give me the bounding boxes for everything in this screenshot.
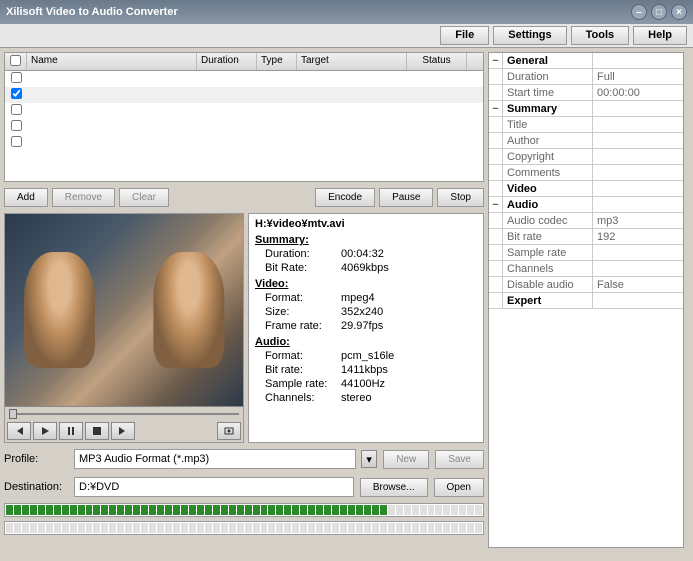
pause-button[interactable]: Pause bbox=[379, 188, 433, 207]
save-profile-button[interactable]: Save bbox=[435, 450, 484, 469]
file-path: H:¥video¥mtv.avi bbox=[255, 218, 477, 230]
summary-heading: Summary: bbox=[255, 234, 477, 246]
video-preview bbox=[4, 213, 244, 443]
properties-panel: −General DurationFull Start time00:00:00… bbox=[488, 52, 684, 548]
collapse-icon[interactable]: − bbox=[489, 101, 503, 116]
stop-button[interactable]: Stop bbox=[437, 188, 484, 207]
seek-slider[interactable] bbox=[5, 406, 243, 420]
maximize-icon[interactable]: □ bbox=[651, 4, 667, 20]
profile-select[interactable]: MP3 Audio Format (*.mp3) bbox=[74, 449, 356, 469]
table-row[interactable] bbox=[5, 135, 483, 151]
app-title: Xilisoft Video to Audio Converter bbox=[6, 6, 178, 18]
header-name[interactable]: Name bbox=[27, 53, 197, 70]
pause-playback-button[interactable] bbox=[59, 422, 83, 440]
file-table: Name Duration Type Target Status bbox=[4, 52, 484, 182]
next-button[interactable] bbox=[111, 422, 135, 440]
row-checkbox[interactable] bbox=[11, 104, 22, 115]
collapse-icon[interactable]: − bbox=[489, 197, 503, 212]
browse-button[interactable]: Browse... bbox=[360, 478, 428, 497]
table-row[interactable] bbox=[5, 103, 483, 119]
menu-file[interactable]: File bbox=[440, 26, 489, 45]
open-button[interactable]: Open bbox=[434, 478, 484, 497]
row-checkbox[interactable] bbox=[11, 120, 22, 131]
encoding-progress bbox=[4, 503, 484, 517]
header-status[interactable]: Status bbox=[407, 53, 467, 70]
row-checkbox[interactable] bbox=[11, 136, 22, 147]
collapse-icon[interactable]: − bbox=[489, 53, 503, 68]
row-checkbox[interactable] bbox=[11, 88, 22, 99]
stop-playback-button[interactable] bbox=[85, 422, 109, 440]
new-profile-button[interactable]: New bbox=[383, 450, 429, 469]
row-checkbox[interactable] bbox=[11, 72, 22, 83]
video-heading: Video: bbox=[255, 278, 477, 290]
header-target[interactable]: Target bbox=[297, 53, 407, 70]
menu-settings[interactable]: Settings bbox=[493, 26, 566, 45]
remove-button[interactable]: Remove bbox=[52, 188, 115, 207]
total-progress bbox=[4, 521, 484, 535]
close-icon[interactable]: × bbox=[671, 4, 687, 20]
table-row[interactable] bbox=[5, 119, 483, 135]
menu-tools[interactable]: Tools bbox=[571, 26, 630, 45]
clear-button[interactable]: Clear bbox=[119, 188, 169, 207]
profile-label: Profile: bbox=[4, 453, 68, 465]
encode-button[interactable]: Encode bbox=[315, 188, 375, 207]
minimize-icon[interactable]: – bbox=[631, 4, 647, 20]
destination-label: Destination: bbox=[4, 481, 68, 493]
preview-image bbox=[5, 214, 243, 406]
table-row[interactable] bbox=[5, 71, 483, 87]
snapshot-button[interactable] bbox=[217, 422, 241, 440]
destination-input[interactable]: D:¥DVD bbox=[74, 477, 354, 497]
add-button[interactable]: Add bbox=[4, 188, 48, 207]
chevron-down-icon[interactable]: ▾ bbox=[361, 450, 377, 468]
header-type[interactable]: Type bbox=[257, 53, 297, 70]
titlebar: Xilisoft Video to Audio Converter – □ × bbox=[0, 0, 693, 24]
prev-button[interactable] bbox=[7, 422, 31, 440]
menu-help[interactable]: Help bbox=[633, 26, 687, 45]
play-button[interactable] bbox=[33, 422, 57, 440]
header-duration[interactable]: Duration bbox=[197, 53, 257, 70]
table-row[interactable] bbox=[5, 87, 483, 103]
header-checkbox[interactable] bbox=[5, 53, 27, 70]
menubar: File Settings Tools Help bbox=[0, 24, 693, 48]
file-info-panel: H:¥video¥mtv.avi Summary: Duration:00:04… bbox=[248, 213, 484, 443]
audio-heading: Audio: bbox=[255, 336, 477, 348]
